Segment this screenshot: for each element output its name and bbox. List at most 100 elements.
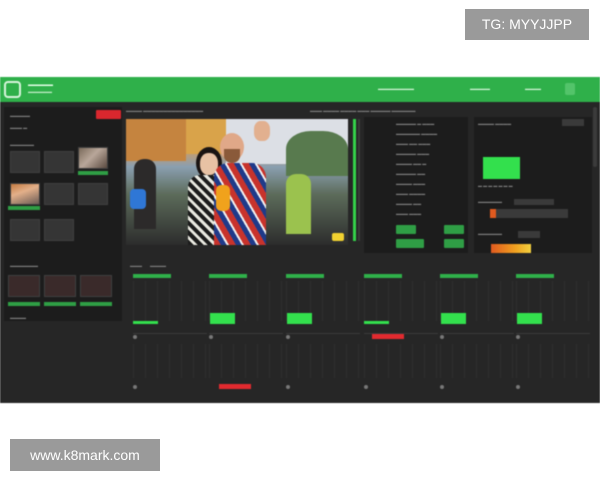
menu-item-1[interactable]: ▬▬▬▬▬▬▬▬▬ [378, 86, 414, 92]
layer-thumb-1[interactable] [8, 275, 40, 297]
mixer-strip-1-grid [133, 281, 207, 321]
preview-header-blurred: ▬▬▬▬ ▬▬▬▬▬▬▬▬▬▬▬▬▬▬▬ [126, 108, 204, 113]
toolbar-button-icon[interactable] [565, 83, 575, 95]
source-thumb-3[interactable] [78, 147, 108, 169]
slider-2-handle[interactable] [490, 209, 496, 218]
slider-label-3-blurred: ▬▬▬▬▬▬ [478, 231, 502, 236]
layer-tag-1 [8, 302, 40, 306]
record-button[interactable] [96, 110, 121, 119]
layer-thumb-3[interactable] [80, 275, 112, 297]
source-thumb-1[interactable] [10, 151, 40, 173]
mixer-strip-5-knob[interactable] [440, 335, 444, 339]
sources-heading-blurred: ▬▬▬▬▬▬ [10, 142, 34, 147]
mixer-strip-2-knob[interactable] [209, 335, 213, 339]
mixer-strip-5-fader[interactable] [441, 313, 466, 324]
mixer-strip-6-knob-2[interactable] [516, 385, 520, 389]
layer-tag-3 [80, 302, 112, 306]
mixer-strip-6-divider [516, 333, 590, 334]
source-thumb-6[interactable] [78, 183, 108, 205]
control-row-6-blurred: ▬▬▬▬▬ ▬▬ [396, 171, 426, 176]
slider-1[interactable] [514, 199, 554, 205]
scrollbar[interactable] [593, 107, 597, 167]
slider-2[interactable] [490, 209, 568, 218]
source-thumb-5[interactable] [44, 183, 74, 205]
mixer-strip-6-grid-2 [516, 344, 590, 378]
mixer-strip-3 [286, 271, 361, 391]
mixer-strip-4-head [364, 274, 402, 278]
mixer-strip-5-knob-2[interactable] [440, 385, 444, 389]
app-title-blurred: ▬▬▬▬▬ [28, 82, 53, 88]
layers-footer-blurred: ▬▬▬▬ [10, 315, 26, 320]
mixer-tab-1-blurred[interactable]: ▬▬▬ [130, 263, 142, 268]
menu-item-2[interactable]: ▬▬▬▬▬ [470, 86, 490, 92]
mixer-strip-6-knob[interactable] [516, 335, 520, 339]
mixer-tab-2-blurred[interactable]: ▬▬▬▬ [150, 263, 166, 268]
source-tag-active-2 [8, 206, 40, 210]
source-label-2-blurred: ▬▬▬ ▬ [10, 125, 28, 130]
preview-header-right-blurred: ▬▬▬ ▬▬▬▬ ▬▬▬▬ ▬▬▬ ▬▬▬▬▬ ▬▬▬▬▬▬ [310, 108, 416, 113]
level-bar-orange [491, 244, 531, 253]
control-apply-button[interactable] [396, 225, 416, 234]
mixer-strip-4-knob-2[interactable] [364, 385, 368, 389]
swatch-scale-blurred: ▬ ▬ ▬ ▬ ▬ ▬ ▬ [478, 183, 513, 188]
layer-thumb-2[interactable] [44, 275, 76, 297]
control-confirm-button-2[interactable] [444, 239, 464, 248]
preview-water-gun [216, 185, 230, 211]
mixer-strip-6-fader[interactable] [517, 313, 542, 324]
source-thumb-8[interactable] [44, 219, 74, 241]
mixer-strip-6 [516, 271, 591, 391]
settings-toggle[interactable] [562, 119, 584, 126]
tg-badge: TG: MYYJJPP [465, 9, 589, 40]
mixer-strip-6-head [516, 274, 554, 278]
control-row-8-blurred: ▬▬▬ ▬▬▬▬ [396, 191, 426, 196]
control-confirm-button[interactable] [396, 239, 424, 248]
mixer-strip-3-grid-2 [286, 344, 360, 378]
settings-panel: ▬▬▬▬ ▬▬▬▬ ▬ ▬ ▬ ▬ ▬ ▬ ▬ ▬▬▬▬▬▬ ▬▬▬▬▬▬ [474, 117, 592, 253]
control-row-10-blurred: ▬▬▬ ▬▬▬ [396, 211, 422, 216]
source-thumb-4[interactable] [10, 183, 40, 205]
app-logo-icon [4, 81, 21, 98]
mixer-strip-1-grid-2 [133, 344, 207, 378]
mixer-strip-4 [364, 271, 439, 391]
mixer-strip-2 [209, 271, 284, 391]
mixer-strip-2-mute[interactable] [219, 384, 251, 389]
color-swatch-green[interactable] [483, 157, 520, 179]
mixer-strip-1-knob[interactable] [133, 335, 137, 339]
control-apply-button-2[interactable] [444, 225, 464, 234]
mixer-strip-3-divider [286, 333, 360, 334]
settings-heading-blurred: ▬▬▬▬ ▬▬▬▬ [478, 121, 512, 126]
video-preview[interactable] [126, 119, 348, 245]
mixer-strip-1-fader[interactable] [133, 321, 158, 324]
preview-tree [286, 131, 348, 176]
mixer-strip-2-grid-2 [209, 344, 283, 378]
layer-tag-2 [44, 302, 76, 306]
source-panel: ▬▬▬▬▬ ▬▬▬ ▬ ▬▬▬▬▬▬ ▬▬▬▬▬▬▬ [4, 107, 122, 272]
control-row-7-blurred: ▬▬▬▬ ▬▬▬ [396, 181, 426, 186]
website-badge: www.k8mark.com [10, 439, 160, 471]
audio-meter-right [358, 119, 360, 241]
mixer-strip-3-knob[interactable] [286, 335, 290, 339]
control-panel: ▬▬▬▬▬ ▬ ▬▬▬ ▬▬▬▬▬▬ ▬▬▬▬ ▬▬▬ ▬▬ ▬▬▬ ▬▬▬▬▬… [364, 117, 468, 253]
mixer-strip-4-grid-2 [364, 344, 438, 378]
mixer-strip-5-divider [440, 333, 514, 334]
slider-label-1-blurred: ▬▬▬▬▬▬ [478, 199, 502, 204]
mixer-strip-3-knob-2[interactable] [286, 385, 290, 389]
slider-3[interactable] [518, 231, 540, 238]
preview-building [126, 119, 186, 161]
control-row-5-blurred: ▬▬▬▬ ▬▬ ▬ [396, 161, 427, 166]
mixer-strip-4-fader[interactable] [364, 321, 389, 324]
control-row-1-blurred: ▬▬▬▬▬ ▬ ▬▬▬ [396, 121, 435, 126]
preview-man-beard [224, 149, 240, 163]
mixer-strip-5-head [440, 274, 478, 278]
source-thumb-2[interactable] [44, 151, 74, 173]
mixer-strip-2-divider [209, 333, 283, 334]
mixer-strip-2-fader[interactable] [210, 313, 235, 324]
software-window: ▬▬▬▬▬ ▬▬▬▬▬▬ ▬▬▬▬▬▬▬▬▬ ▬▬▬▬▬ ▬▬▬▬ ▬▬▬▬▬ … [0, 77, 600, 403]
mixer-strip-4-mute[interactable] [372, 334, 404, 339]
mixer-strip-3-fader[interactable] [287, 313, 312, 324]
mixer-strip-1-knob-2[interactable] [133, 385, 137, 389]
source-thumb-7[interactable] [10, 219, 40, 241]
menu-item-3[interactable]: ▬▬▬▬ [525, 86, 541, 92]
control-row-4-blurred: ▬▬▬▬▬ ▬▬▬ [396, 151, 430, 156]
mixer-strip-3-head [286, 274, 324, 278]
